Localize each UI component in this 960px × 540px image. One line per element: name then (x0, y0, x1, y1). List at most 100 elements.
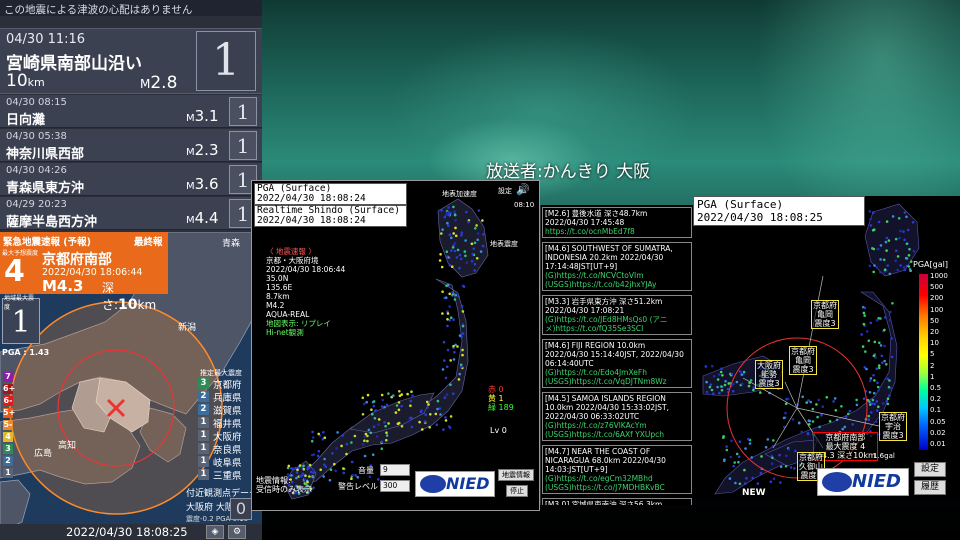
station-dot (303, 477, 306, 481)
warning-level-select[interactable]: 300 (380, 480, 410, 492)
quake-history-panel: この地震による津波の心配はありません 04/30 11:16 宮崎県南部山沿い … (0, 0, 262, 232)
station-dot (728, 477, 732, 480)
settings-label[interactable]: 設定 (498, 186, 512, 196)
station-dot (784, 411, 787, 415)
station-dot (397, 401, 401, 404)
tweet-link[interactable]: (G)https://t.co/NCVCtoVIm (USGS)https://… (545, 271, 689, 289)
station-dot (740, 373, 744, 376)
station-dot (455, 256, 459, 259)
settings-button[interactable]: 設定 (914, 462, 946, 477)
station-dot (302, 467, 306, 471)
quake-info-button[interactable]: 地震情報 (498, 469, 534, 481)
tweet-item[interactable]: [M4.6] SOUTHWEST OF SUMATRA, INDONESIA 2… (542, 242, 692, 291)
tweet-item[interactable]: [M3.0] 宮城県東南沖 深さ56.3km 2022/04/30 14:23:… (542, 498, 692, 505)
station-dot (905, 257, 909, 260)
station-dot (442, 340, 446, 344)
quake-list-item[interactable]: 04/30 05:38 神奈川県西部 M2.3 1 (0, 129, 262, 162)
station-dot (354, 474, 357, 477)
mag-prefix: M (186, 181, 195, 192)
station-dot (481, 219, 484, 222)
gear-icon[interactable]: ⚙ (228, 525, 246, 539)
quake-time: 04/30 05:38 (6, 131, 67, 142)
station-dot (460, 231, 464, 234)
station-dot (435, 423, 439, 426)
tweet-link[interactable]: (G)https://t.co/JEd8HMsQs0 (アニメ)https://… (545, 315, 689, 333)
speaker-icon[interactable]: 🔊 (516, 183, 530, 196)
quake-intensity-badge: 1 (229, 131, 257, 160)
intensity-badge: 3 (198, 378, 209, 389)
surface-accel-label: 地表加速度 (442, 190, 477, 198)
map-label-kochi: 高知 (58, 441, 77, 451)
station-dot (439, 413, 442, 416)
quake-list-item[interactable]: 04/29 20:23 薩摩半島西方沖 M4.4 1 (0, 197, 262, 230)
station-dot (361, 413, 365, 416)
station-dot (298, 464, 302, 467)
count-red: 赤 0 (488, 385, 504, 394)
station-dot (311, 475, 315, 479)
tweet-item[interactable]: [M2.6] 豊後水道 深さ48.7km 2022/04/30 17:45:48… (542, 207, 692, 238)
station-dot (879, 244, 883, 247)
station-dot (772, 477, 776, 481)
scale-tick: 0.01 (930, 440, 946, 448)
tweet-item[interactable]: [M4.6] FIJI REGION 10.0km 2022/04/30 15:… (542, 339, 692, 388)
surface-shindo-label: 地表震度 (490, 240, 518, 248)
map-label-hiroshima: 広島 (34, 449, 53, 459)
station-dot (873, 340, 877, 344)
scale-tick: 0.1 (930, 406, 942, 415)
station-dot (712, 374, 716, 378)
tweet-item[interactable]: [M3.3] 岩手県東方沖 深さ51.2km 2022/04/30 17:08:… (542, 295, 692, 335)
station-dot (290, 467, 293, 470)
location-pin-icon[interactable]: ◈ (206, 525, 224, 539)
station-dot (902, 230, 905, 233)
station-dot (869, 377, 873, 380)
history-button[interactable]: 履歴 (914, 480, 946, 495)
tweet-item[interactable]: [M4.5] SAMOA ISLANDS REGION 10.0km 2022/… (542, 392, 692, 441)
station-dot (896, 268, 899, 272)
station-dot (744, 447, 747, 450)
clock-small: 08:10 (514, 201, 535, 209)
legend-item: 6+ (3, 384, 16, 394)
tweet-link[interactable]: (G)https://t.co/z76VlKAcYm (USGS)https:/… (545, 421, 689, 439)
station-dot (364, 432, 368, 436)
station-dot (471, 252, 474, 256)
intensity-badge: 1 (198, 469, 209, 480)
station-dot (868, 210, 872, 213)
station-dot (398, 394, 402, 398)
volume-select[interactable]: 9 (380, 464, 410, 476)
tweet-link[interactable]: (G)https://t.co/egCm32MBhd (USGS)https:/… (545, 474, 689, 492)
quake-tweet-feed[interactable]: [M2.6] 豊後水道 深さ48.7km 2022/04/30 17:45:48… (540, 205, 693, 505)
tweet-link[interactable]: https://t.co/ocnMbEd7f8 (545, 227, 689, 236)
station-dot (722, 436, 725, 439)
kyoshin-monitor-window: PGA (Surface) 2022/04/30 18:08:24 Realti… (251, 180, 540, 511)
quake-list-item[interactable]: 04/30 04:26 青森県東方沖 M3.6 1 (0, 163, 262, 196)
station-dot (704, 365, 708, 368)
station-dot (725, 448, 729, 452)
tweet-link[interactable]: (G)https://t.co/Edo4JmXeFh (USGS)https:/… (545, 368, 689, 386)
station-dot (454, 293, 458, 297)
kmoni-map[interactable] (252, 181, 540, 511)
station-dot (385, 438, 388, 442)
scale-tick: 5 (930, 350, 935, 359)
station-dot (334, 469, 337, 473)
station-dot (464, 239, 467, 242)
depth-unit: km (137, 298, 157, 312)
station-dot (876, 381, 879, 385)
station-dot (883, 268, 887, 271)
station-dot (372, 404, 376, 408)
tweet-item[interactable]: [M4.7] NEAR THE COAST OF NICARAGUA 68.0k… (542, 445, 692, 494)
stop-button[interactable]: 停止 (506, 485, 528, 497)
quake-list-item[interactable]: 04/30 08:15 日向灘 M3.1 1 (0, 95, 262, 128)
station-dot (443, 215, 447, 219)
station-dot (395, 404, 399, 407)
nearby-station-name: 大阪府 大阪 (186, 503, 234, 513)
station-dot (406, 392, 409, 396)
station-dot (441, 290, 444, 293)
latest-quake-card[interactable]: 04/30 11:16 宮崎県南部山沿い 10km M2.8 1 (0, 28, 262, 94)
prefecture-name: 京都府 (213, 379, 242, 391)
station-dot (460, 305, 464, 308)
station-dot (342, 467, 345, 470)
scale-tick: 0.02 (930, 428, 946, 437)
station-dot (894, 259, 897, 262)
station-dot (385, 434, 389, 437)
station-dot (448, 426, 452, 429)
